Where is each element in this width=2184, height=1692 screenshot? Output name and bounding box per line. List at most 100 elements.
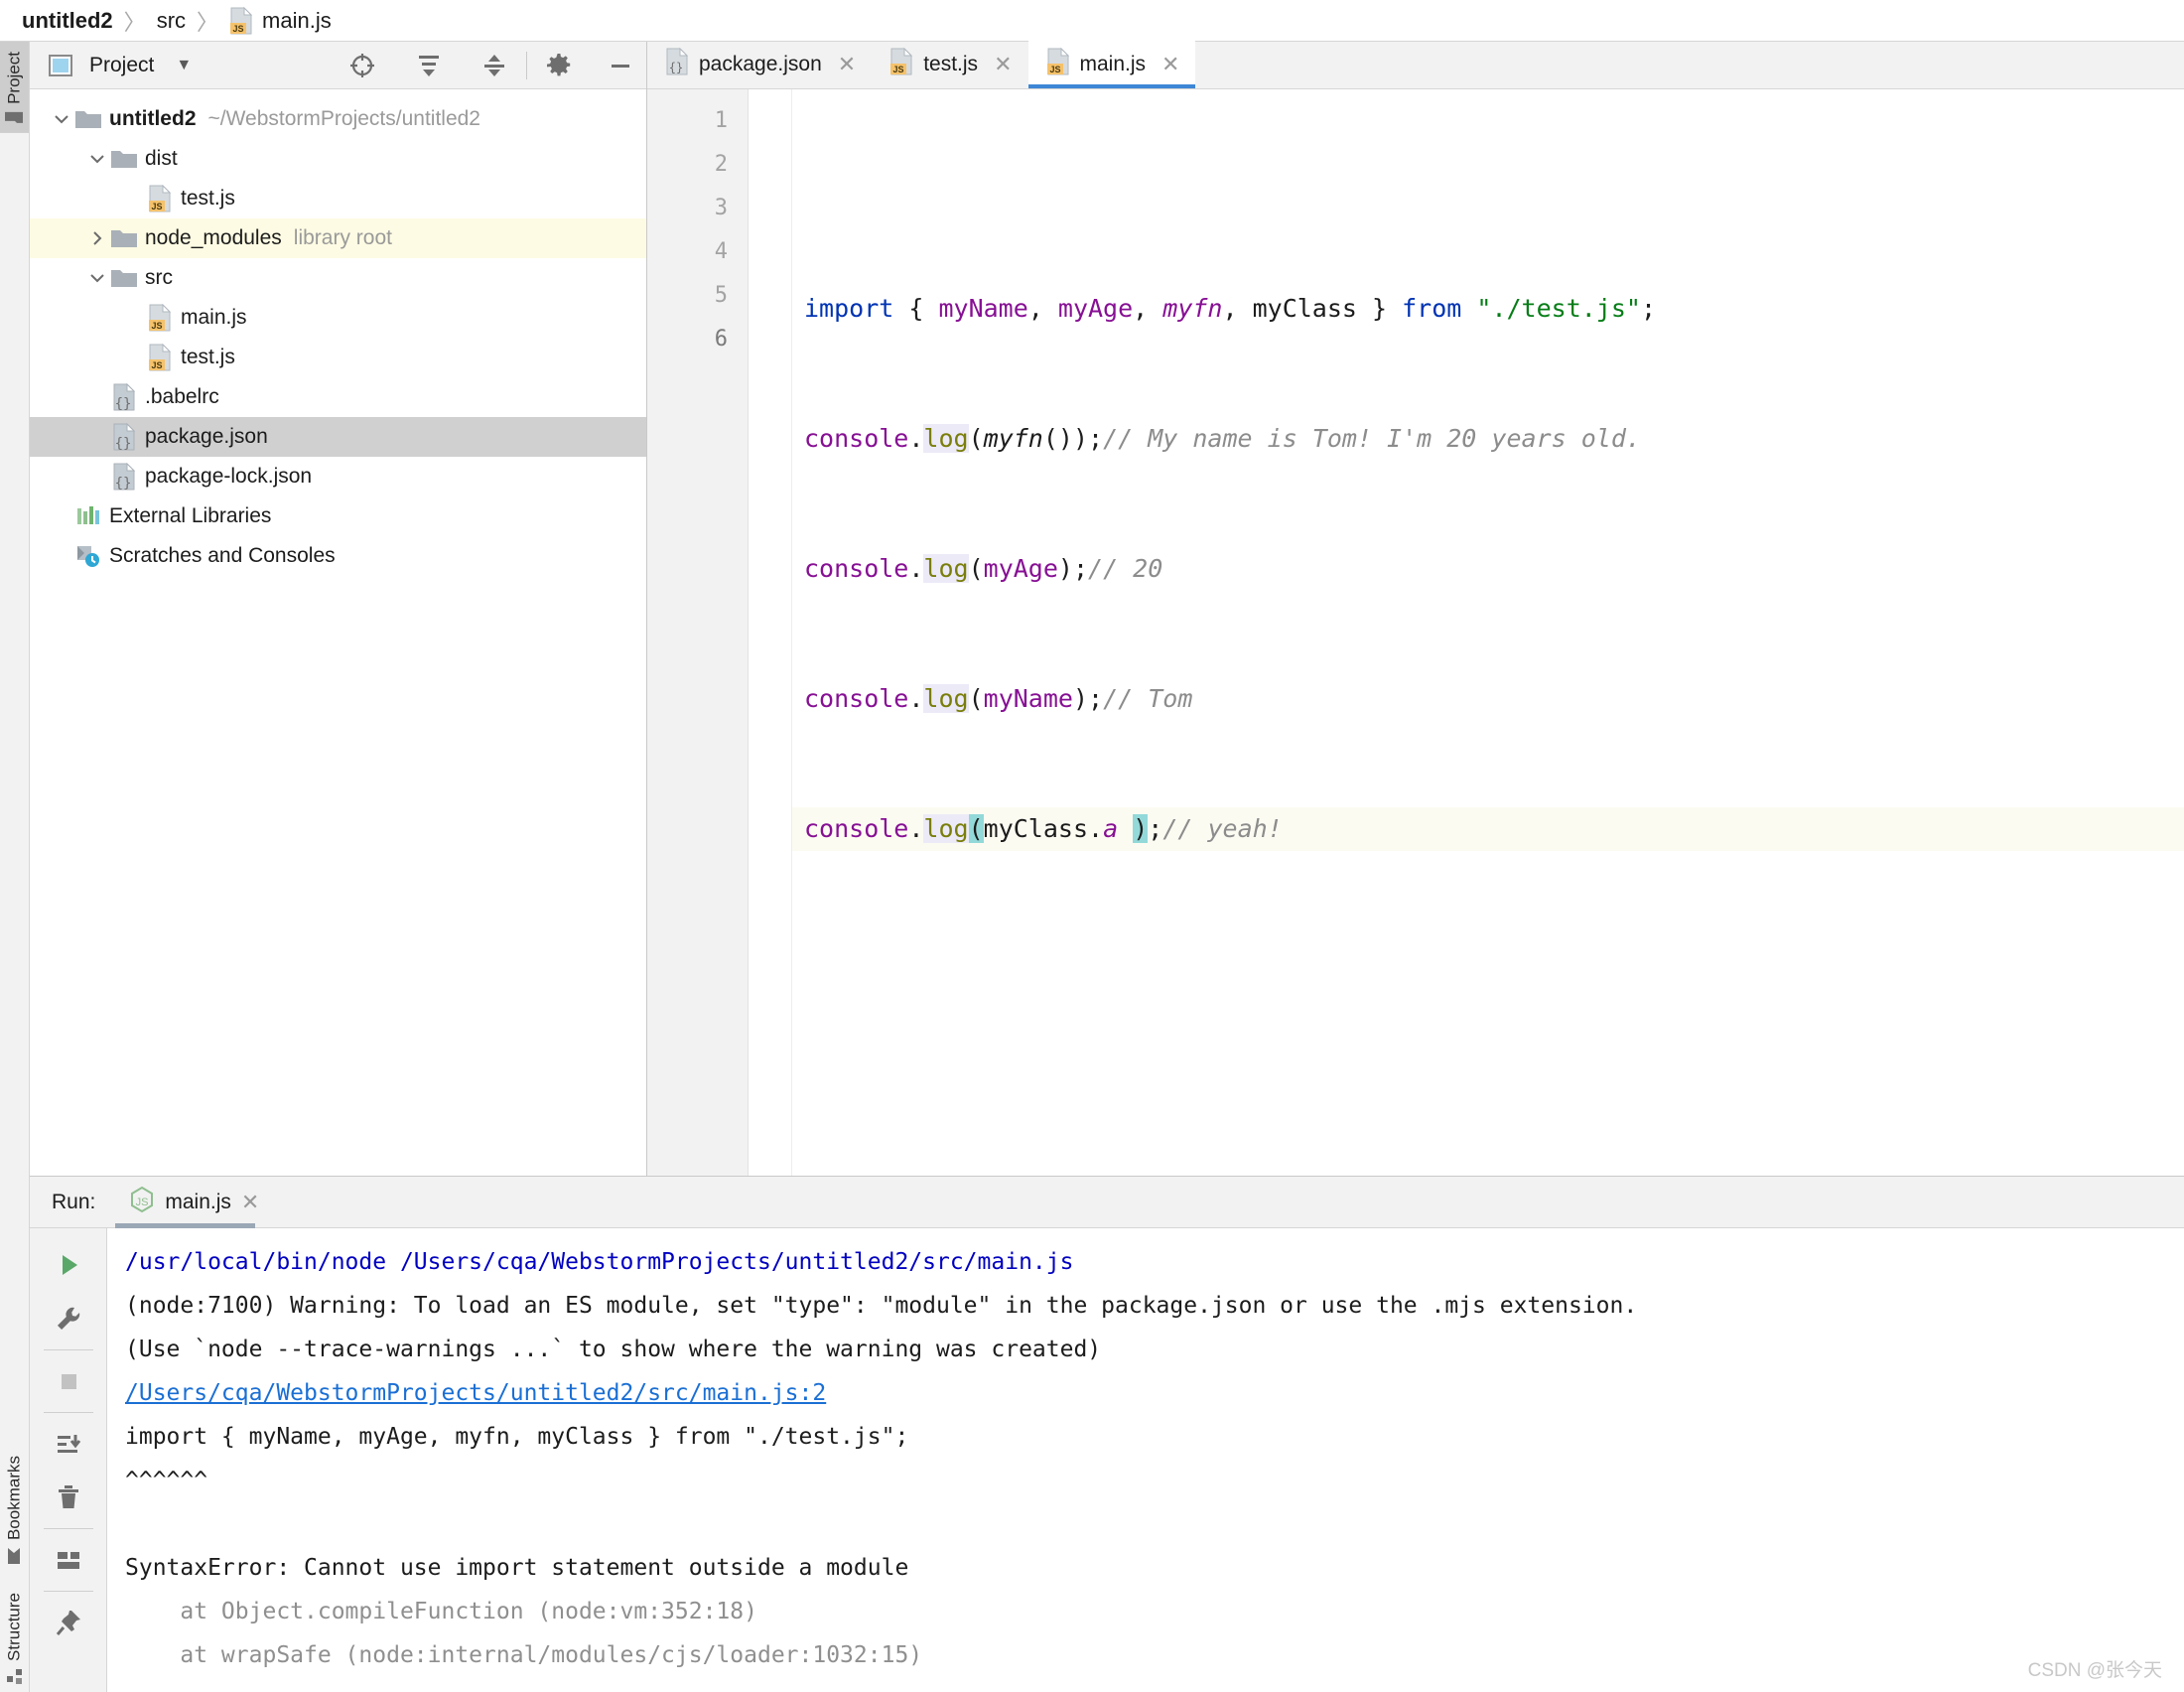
breadcrumb-label: main.js [262,7,332,33]
console-line: at wrapSafe (node:internal/modules/cjs/l… [125,1642,923,1668]
chevron-down-icon[interactable]: ▼ [176,57,192,74]
tree-row[interactable]: Scratches and Consoles [30,536,646,576]
svg-text:JS: JS [151,360,162,370]
tree-item-label: test.js [181,346,235,368]
tree-item-label: Scratches and Consoles [109,544,336,567]
js-file-icon: JS [147,304,173,332]
sidebar-item-project[interactable]: Project [0,42,29,133]
code-line-2: import { myName, myAge, myfn, myClass } … [804,294,1657,323]
chevron-down-icon[interactable] [83,269,111,287]
tree-item-label: External Libraries [109,504,272,527]
select-opened-file-icon[interactable] [347,51,377,80]
bookmark-icon [5,1547,25,1565]
editor-tab-mainjs[interactable]: JS main.js ✕ [1027,41,1196,88]
settings-gear-icon[interactable] [545,52,573,79]
nodejs-icon: JS [129,1186,155,1219]
rerun-icon[interactable] [30,1238,107,1292]
console-line[interactable]: /Users/cqa/WebstormProjects/untitled2/sr… [125,1371,826,1415]
code-editor[interactable]: 1 2 3 4 5 6 import { myName, myAge, myfn, myC… [647,89,2184,1176]
breadcrumb-item-mainjs[interactable]: JS main.js [229,6,332,35]
breadcrumb-separator: 〉 [197,9,219,35]
tree-row[interactable]: External Libraries [30,496,646,536]
js-file-icon: JS [1046,47,1070,81]
folder-icon [111,268,137,288]
console-line: SyntaxError: Cannot use import statement… [125,1555,909,1581]
chevron-down-icon[interactable] [48,110,75,128]
structure-icon [5,1668,25,1684]
tree-row[interactable]: {} .babelrc [30,377,646,417]
code-content[interactable]: import { myName, myAge, myfn, myClass } … [792,89,2184,1176]
json-file-icon: {} [665,47,689,81]
tree-row[interactable]: src [30,258,646,298]
close-icon[interactable]: ✕ [838,52,856,77]
tree-item-label: test.js [181,187,235,210]
expand-all-icon[interactable] [415,52,443,79]
tree-row[interactable]: {} package-lock.json [30,457,646,496]
layout-settings-icon[interactable] [30,1533,107,1587]
svg-text:JS: JS [233,24,244,34]
svg-text:{}: {} [669,61,683,74]
editor-tab-label: main.js [1079,53,1147,75]
tree-item-label: package-lock.json [145,465,313,488]
code-folding-strip[interactable] [749,89,792,1176]
folder-icon [111,149,137,169]
run-tab-mainjs[interactable]: JS main.js ✕ [115,1177,273,1228]
run-panel: Run: JS main.js ✕ /usr/local/bin/node /U… [30,1176,2184,1692]
breadcrumb-item-src[interactable]: src [157,8,186,34]
line-number: 5 [714,283,728,308]
scroll-to-end-icon[interactable] [30,1417,107,1471]
tree-item-label: main.js [181,306,247,329]
breadcrumb-item-project[interactable]: untitled2 [22,8,113,34]
js-file-icon: JS [889,47,913,81]
tree-row[interactable]: node_modules library root [30,218,646,258]
close-icon[interactable]: ✕ [241,1190,259,1215]
console-line: /usr/local/bin/node /Users/cqa/WebstormP… [125,1249,1074,1275]
watermark: CSDN @张今天 [2027,1660,2162,1681]
tree-row[interactable]: JS test.js [30,179,646,218]
breadcrumb-label: src [156,7,187,33]
tree-item-subtitle: library root [293,226,392,249]
svg-text:{}: {} [115,476,132,491]
chevron-down-icon[interactable] [83,150,111,168]
tree-row[interactable]: JS test.js [30,338,646,377]
code-line-6: console.log(myClass.a );// yeah! [792,807,2184,851]
external-libraries-icon [75,504,101,528]
breadcrumb: untitled2 〉 src 〉 JS main.js [0,0,2184,42]
tree-row[interactable]: untitled2 ~/WebstormProjects/untitled2 [30,99,646,139]
console-line: at Object.compileFunction (node:vm:352:1… [125,1599,757,1624]
clear-all-trash-icon[interactable] [30,1471,107,1524]
left-tool-strip: Project Bookmarks Structure [0,42,30,1692]
editor-tab-label: package.json [699,53,822,75]
svg-text:{}: {} [115,436,132,451]
project-view-icon [48,53,73,78]
tree-row[interactable]: {} package.json [30,417,646,457]
line-number: 1 [714,108,728,133]
sidebar-item-label: Structure [4,1593,24,1661]
collapse-all-icon[interactable] [480,52,508,79]
hide-panel-icon[interactable] [607,52,634,79]
svg-text:JS: JS [151,202,162,212]
sidebar-item-structure[interactable]: Structure [0,1573,29,1692]
run-tab-label: main.js [165,1190,231,1213]
editor-tab-bar: {} package.json ✕ JS test.js ✕ JS main.j… [647,41,2184,89]
close-icon[interactable]: ✕ [994,52,1012,77]
pin-tab-icon[interactable] [30,1596,107,1649]
close-icon[interactable]: ✕ [1161,52,1179,77]
sidebar-item-bookmarks[interactable]: Bookmarks [0,1440,29,1573]
editor-tab-packagejson[interactable]: {} package.json ✕ [647,41,872,88]
tree-item-label: package.json [145,425,268,448]
tree-item-label: src [145,266,173,289]
run-console-output[interactable]: /usr/local/bin/node /Users/cqa/WebstormP… [107,1228,2184,1692]
edit-configuration-wrench-icon[interactable] [30,1292,107,1345]
project-panel-title: Project [89,53,155,76]
sidebar-item-label: Project [4,52,24,104]
run-panel-toolbar [30,1228,107,1692]
tree-row[interactable]: JS main.js [30,298,646,338]
stop-icon[interactable] [30,1354,107,1408]
tree-row[interactable]: dist [30,139,646,179]
chevron-right-icon[interactable] [83,229,111,247]
editor-tab-testjs[interactable]: JS test.js ✕ [872,41,1027,88]
sidebar-item-label: Bookmarks [4,1455,24,1541]
